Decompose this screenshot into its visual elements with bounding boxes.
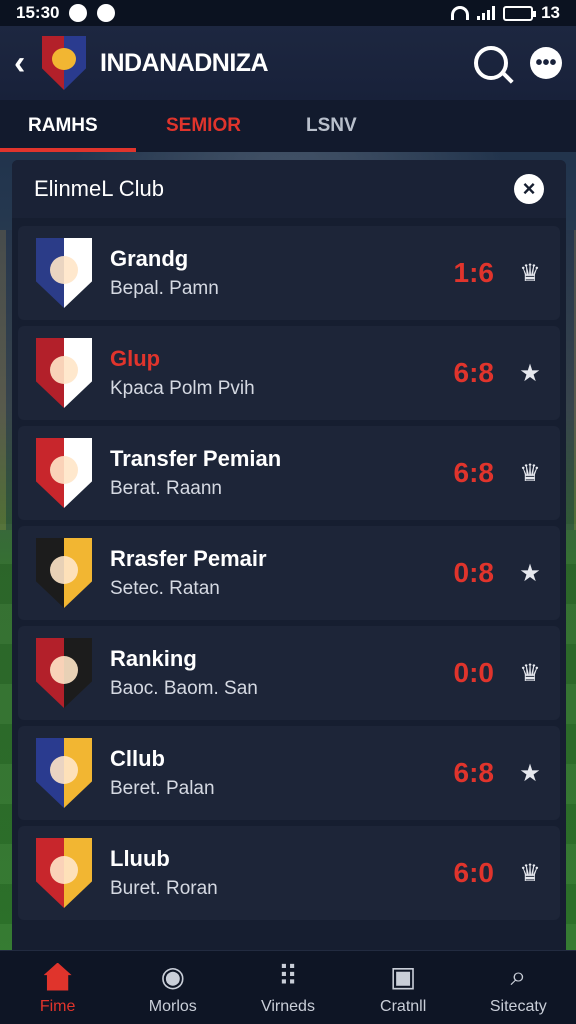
club-row-text: Ranking Baoc. Baom. San [110,646,434,700]
page-title: INDANADNIZA [100,48,269,77]
club-name: Cllub [110,746,165,771]
status-time: 15:30 [16,3,60,22]
club-name: Grandg [110,246,189,271]
club-name: Lluub [110,846,170,871]
club-name: Rrasfer Pemair [110,546,267,571]
club-name: Transfer Pemian [110,446,282,471]
club-row[interactable]: Grandg Bepal. Pamn 1:6 ♛ [18,226,560,320]
nav-item-fime[interactable]: Fime [3,960,113,1016]
wifi-icon [451,6,470,20]
club-name: Glup [110,346,161,371]
signal-icon [477,6,496,20]
clipboard-icon: ▣ [389,961,417,992]
club-row-text: Grandg Bepal. Pamn [110,246,434,300]
match-score: 6:8 [453,457,494,488]
match-score: 6:0 [453,857,494,888]
nav-label: Fime [39,997,76,1015]
more-options-button[interactable]: ••• [530,47,562,79]
nav-item-virneds[interactable]: ⠿ Virneds [233,960,343,1016]
club-subtitle: Setec. Ratan [110,578,220,599]
club-crest-icon [36,438,92,508]
home-icon [43,960,72,994]
back-icon[interactable]: ‹ [14,44,34,83]
match-score: 0:8 [453,557,494,588]
club-subtitle: Beret. Palan [110,778,215,799]
club-row[interactable]: Rrasfer Pemair Setec. Ratan 0:8 ★ [18,526,560,620]
club-subtitle: Buret. Roran [110,878,218,899]
badge-icon[interactable]: ♛ [516,859,544,888]
bottom-navigation: Fime ◉ Morlos ⠿ Virneds ▣ Cratnll ⌕ Sitecaty [0,950,576,1024]
status-bar: 15:30 13 [0,0,576,26]
club-crest-icon [36,738,92,808]
club-row-text: Transfer Pemian Berat. Raann [110,446,434,500]
club-name: Ranking [110,646,197,671]
close-button[interactable]: × [514,174,544,204]
badge-icon[interactable]: ♛ [516,259,544,288]
tab-semior[interactable]: SEMIOR [136,100,306,152]
ball-icon: ◉ [160,961,185,992]
club-crest-icon [36,338,92,408]
badge-icon[interactable]: ♛ [516,659,544,688]
club-row-text: Cllub Beret. Palan [110,746,434,800]
star-icon[interactable]: ★ [516,559,544,588]
battery-icon [503,5,537,21]
badge-icon[interactable]: ♛ [516,459,544,488]
club-list: Grandg Bepal. Pamn 1:6 ♛ Glup Kpaca Polm Pvih… [12,218,566,920]
nav-label: Virneds [260,997,315,1015]
nav-label: Sitecaty [489,997,547,1015]
match-score: 6:8 [453,757,494,788]
tab-ramhs[interactable]: RAMHS [0,100,136,152]
club-logo [42,36,86,90]
club-subtitle: Baoc. Baom. San [110,678,258,699]
club-row[interactable]: Ranking Baoc. Baom. San 0:0 ♛ [18,626,560,720]
match-score: 0:0 [453,657,494,688]
club-row[interactable]: Cllub Beret. Palan 6:8 ★ [18,726,560,820]
club-subtitle: Bepal. Pamn [110,278,219,299]
club-crest-icon [36,538,92,608]
app-header: ‹ INDANADNIZA ••• [0,26,576,100]
club-crest-icon [36,638,92,708]
nav-item-cratnll[interactable]: ▣ Cratnll [348,960,458,1016]
search-button[interactable] [474,46,508,80]
panel-title: ElinmeL Club [34,176,165,201]
tab-lsnv[interactable]: LSNV [306,100,357,152]
club-row-text: Lluub Buret. Roran [110,846,434,900]
club-row[interactable]: Glup Kpaca Polm Pvih 6:8 ★ [18,326,560,420]
club-row-text: Glup Kpaca Polm Pvih [110,346,434,400]
club-subtitle: Berat. Raann [110,478,222,499]
grid-icon: ⠿ [277,961,299,992]
nav-item-sitecaty[interactable]: ⌕ Sitecaty [463,960,573,1016]
club-crest-icon [36,238,92,308]
nav-label: Morlos [148,997,197,1015]
tab-bar: RAMHS SEMIOR LSNV [0,100,576,152]
nav-label: Cratnll [380,997,427,1015]
match-score: 1:6 [453,257,494,288]
club-row-text: Rrasfer Pemair Setec. Ratan [110,546,434,600]
star-icon[interactable]: ★ [516,759,544,788]
club-panel: ElinmeL Club × Grandg Bepal. Pamn 1:6 ♛ Glup… [12,160,566,1024]
app-notification-icon [97,4,116,22]
battery-label: 13 [541,3,560,22]
panel-header: ElinmeL Club × [12,160,566,218]
notification-icon [69,4,88,22]
match-score: 6:8 [453,357,494,388]
nav-item-morlos[interactable]: ◉ Morlos [118,960,228,1016]
club-subtitle: Kpaca Polm Pvih [110,378,255,399]
club-row[interactable]: Lluub Buret. Roran 6:0 ♛ [18,826,560,920]
club-crest-icon [36,838,92,908]
star-icon[interactable]: ★ [516,359,544,388]
search-icon: ⌕ [510,960,527,991]
club-row[interactable]: Transfer Pemian Berat. Raann 6:8 ♛ [18,426,560,520]
